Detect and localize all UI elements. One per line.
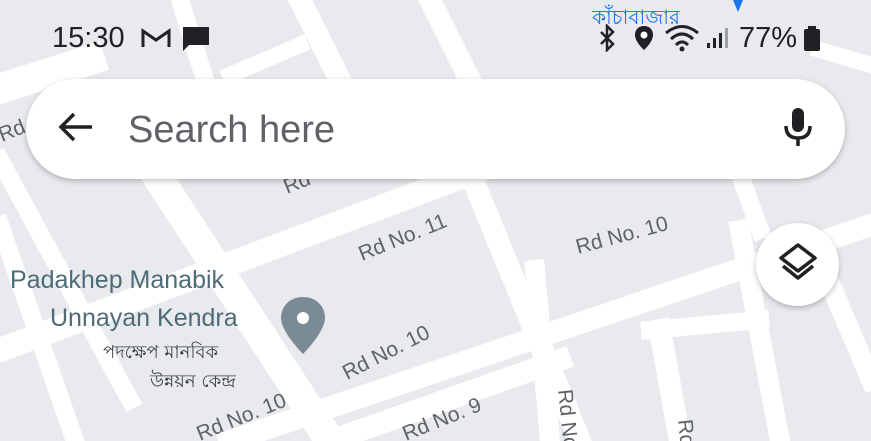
poi-name-line2: Unnayan Kendra bbox=[50, 304, 238, 332]
search-bar[interactable] bbox=[26, 79, 845, 179]
status-time: 15:30 bbox=[52, 22, 125, 54]
bluetooth-icon bbox=[597, 22, 619, 57]
poi-name-line1: Padakhep Manabik bbox=[10, 266, 225, 294]
location-icon bbox=[633, 24, 655, 57]
gmail-icon bbox=[141, 27, 171, 54]
wifi-icon bbox=[664, 24, 700, 57]
poi-local-line1: পদক্ষেপ মানবিক bbox=[103, 342, 219, 363]
microphone-icon bbox=[781, 106, 815, 153]
road-label-rd-vertical: Rd bbox=[673, 418, 699, 441]
arrow-left-icon bbox=[56, 107, 96, 152]
map-layers-button[interactable] bbox=[756, 223, 839, 306]
status-bar: 15:30 77% bbox=[0, 0, 871, 75]
back-button[interactable] bbox=[52, 105, 100, 153]
poi-local-line2: উন্নয়ন কেন্দ্র bbox=[149, 370, 236, 392]
search-input[interactable] bbox=[126, 99, 750, 161]
signal-icon bbox=[705, 26, 729, 55]
battery-icon bbox=[803, 25, 821, 58]
message-icon bbox=[181, 25, 211, 58]
layers-icon bbox=[777, 241, 819, 288]
battery-percent: 77% bbox=[739, 22, 798, 54]
voice-search-button[interactable] bbox=[774, 105, 822, 153]
